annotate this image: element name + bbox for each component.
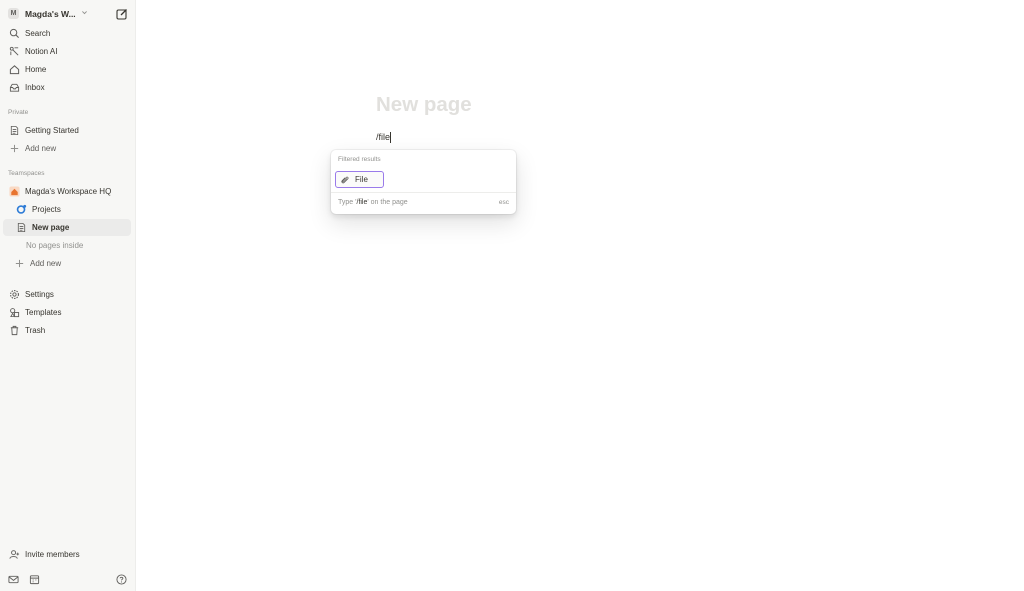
- mail-icon[interactable]: [8, 572, 19, 584]
- sidebar-item-label: Invite members: [25, 550, 80, 559]
- sidebar-item-inbox[interactable]: Inbox: [3, 79, 131, 96]
- slash-command-text: /file: [376, 132, 391, 142]
- new-page-compose-icon[interactable]: [116, 7, 128, 20]
- calendar-icon[interactable]: [29, 572, 40, 585]
- help-icon[interactable]: [116, 572, 127, 585]
- hint-pre: Type ': [338, 199, 357, 206]
- page-icon: [8, 125, 20, 137]
- sidebar-item-label: New page: [32, 223, 70, 232]
- menu-header: Filtered results: [338, 156, 381, 163]
- slash-command-menu: Filtered results File Type '/file' on th…: [331, 150, 516, 214]
- hint-command: /file: [356, 199, 368, 206]
- sidebar-item-add-new-private[interactable]: Add new: [3, 140, 131, 157]
- menu-item-file[interactable]: File: [335, 171, 384, 188]
- section-teamspaces-label: Teamspaces: [8, 170, 45, 177]
- workspace-switcher[interactable]: M Magda's W...: [3, 5, 131, 22]
- sidebar-item-projects[interactable]: Projects: [10, 201, 131, 218]
- search-icon: [8, 28, 20, 40]
- notion-ai-icon: [8, 46, 20, 58]
- sidebar-item-label: Add new: [25, 144, 57, 153]
- chevron-down-icon: [81, 9, 88, 18]
- sidebar-item-label: Getting Started: [25, 126, 79, 135]
- trash-icon: [8, 325, 20, 337]
- plus-icon: [13, 258, 25, 270]
- sidebar-item-new-page[interactable]: New page: [3, 219, 131, 236]
- sidebar-item-label: Trash: [25, 326, 46, 335]
- hint-post: ' on the page: [367, 199, 408, 206]
- templates-icon: [8, 307, 20, 319]
- sidebar-item-label: Projects: [32, 205, 61, 214]
- sidebar-item-workspace-hq[interactable]: Magda's Workspace HQ: [3, 183, 131, 200]
- invite-members-button[interactable]: Invite members: [3, 546, 131, 563]
- plus-icon: [8, 143, 20, 155]
- sidebar-item-label: Templates: [25, 308, 62, 317]
- sidebar-item-label: Notion AI: [25, 47, 58, 56]
- house-icon: [8, 186, 20, 198]
- text-caret: [390, 132, 392, 144]
- workspace-name: Magda's W...: [25, 8, 76, 19]
- page-title-placeholder[interactable]: New page: [376, 93, 472, 117]
- sidebar-item-label: Settings: [25, 290, 54, 299]
- sidebar-item-label: Add new: [30, 259, 62, 268]
- sidebar-item-label: Inbox: [25, 83, 45, 92]
- menu-footer-hint: Type '/file' on the page: [338, 199, 408, 206]
- menu-item-label: File: [355, 175, 368, 184]
- workspace-avatar: M: [8, 8, 19, 19]
- paperclip-icon: [340, 175, 350, 185]
- sidebar-item-notion-ai[interactable]: Notion AI: [3, 43, 131, 60]
- gear-icon: [8, 289, 20, 301]
- inbox-icon: [8, 82, 20, 94]
- slash-command-input[interactable]: /file: [376, 131, 392, 144]
- invite-icon: [8, 549, 20, 561]
- sidebar-item-add-new-teamspace[interactable]: Add new: [3, 255, 131, 272]
- projects-icon: [15, 204, 27, 216]
- menu-divider: [331, 192, 516, 193]
- no-pages-inside-text: No pages inside: [3, 237, 131, 254]
- esc-hint[interactable]: esc: [499, 199, 509, 206]
- section-private-label: Private: [8, 109, 29, 116]
- sidebar-item-label: Search: [25, 29, 51, 38]
- sidebar-item-templates[interactable]: Templates: [3, 304, 131, 321]
- sidebar-item-label: Magda's Workspace HQ: [25, 187, 112, 196]
- sidebar-item-label: No pages inside: [26, 241, 84, 250]
- page-icon: [15, 222, 27, 234]
- sidebar-item-home[interactable]: Home: [3, 61, 131, 78]
- sidebar-item-trash[interactable]: Trash: [3, 322, 131, 339]
- sidebar-item-getting-started[interactable]: Getting Started: [3, 122, 131, 139]
- home-icon: [8, 64, 20, 76]
- sidebar-item-settings[interactable]: Settings: [3, 286, 131, 303]
- sidebar-item-label: Home: [25, 65, 47, 74]
- sidebar: M Magda's W... Search Notion AI Home Inb…: [0, 0, 136, 591]
- sidebar-item-search[interactable]: Search: [3, 25, 131, 42]
